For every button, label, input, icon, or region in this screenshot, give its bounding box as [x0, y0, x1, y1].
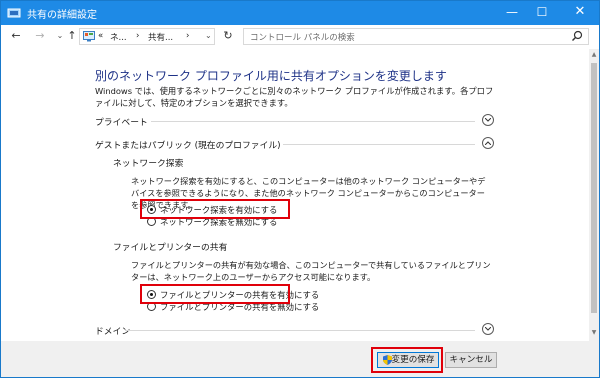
chevron-down-icon: [485, 118, 491, 122]
scroll-down-icon[interactable]: ▼: [590, 329, 598, 337]
divider: [125, 330, 475, 331]
breadcrumb-separator[interactable]: ›: [186, 31, 189, 41]
highlight-box: [140, 199, 290, 219]
window-title: 共有の詳細設定: [27, 10, 97, 21]
profile-guest-label[interactable]: ゲストまたはパブリック (現在のプロファイル): [95, 138, 281, 151]
vertical-scrollbar[interactable]: ▲ ▼: [589, 49, 599, 341]
file-printer-sharing-label: ファイルとプリンターの共有: [113, 243, 228, 253]
divider: [283, 144, 475, 145]
button-bar: 変更の保存 キャンセル: [1, 341, 599, 377]
control-panel-icon: [83, 31, 95, 42]
breadcrumb-separator[interactable]: ›: [136, 31, 139, 41]
collapse-guest-button[interactable]: [482, 137, 494, 149]
search-placeholder: コントロール パネルの検索: [250, 33, 355, 43]
network-discovery-label: ネットワーク探索: [113, 159, 184, 169]
cancel-button[interactable]: キャンセル: [445, 352, 497, 368]
file-printer-sharing-text: ファイルとプリンターの共有が有効な場合、このコンピューターで共有しているファイル…: [131, 260, 491, 282]
up-button[interactable]: ↑: [65, 29, 79, 43]
title-bar[interactable]: 共有の詳細設定 — ☐ ✕: [1, 1, 599, 25]
chevron-up-icon: [485, 141, 491, 145]
breadcrumb-overflow[interactable]: «: [98, 31, 103, 41]
expand-private-button[interactable]: [482, 114, 494, 126]
network-settings-icon: [7, 8, 21, 18]
search-box[interactable]: コントロール パネルの検索: [243, 28, 589, 45]
address-bar[interactable]: « ネ... › 共有... › ⌄: [79, 28, 215, 45]
profile-private-label[interactable]: プライベート: [95, 115, 148, 128]
forward-button[interactable]: →: [33, 29, 47, 43]
breadcrumb-sharing[interactable]: 共有...: [148, 31, 173, 43]
page-heading: 別のネットワーク プロファイル用に共有オプションを変更します: [95, 69, 447, 83]
close-button[interactable]: ✕: [561, 1, 599, 25]
divider: [151, 121, 475, 122]
maximize-button[interactable]: ☐: [527, 1, 557, 25]
scrollbar-thumb[interactable]: [591, 63, 597, 313]
minimize-button[interactable]: —: [497, 1, 527, 25]
refresh-button[interactable]: ↻: [221, 29, 235, 43]
address-dropdown-icon[interactable]: ⌄: [205, 31, 212, 40]
chevron-down-icon: [485, 327, 491, 331]
highlight-box: [140, 284, 290, 304]
expand-domain-button[interactable]: [482, 323, 494, 335]
page-description: Windows では、使用するネットワークごとに別々のネットワーク プロファイル…: [95, 86, 494, 108]
search-icon: [572, 30, 583, 41]
navigation-bar: ← → ⌄ ↑ « ネ... › 共有... › ⌄ ↻ コントロール パネルの…: [1, 25, 599, 50]
highlight-box: [371, 347, 443, 373]
scroll-up-icon[interactable]: ▲: [590, 51, 598, 59]
settings-content: 別のネットワーク プロファイル用に共有オプションを変更します Windows で…: [1, 49, 589, 341]
back-button[interactable]: ←: [9, 29, 23, 43]
advanced-sharing-settings-window: 共有の詳細設定 — ☐ ✕ ← → ⌄ ↑ « ネ... › 共有... › ⌄…: [0, 0, 600, 378]
breadcrumb-network[interactable]: ネ...: [110, 31, 127, 43]
